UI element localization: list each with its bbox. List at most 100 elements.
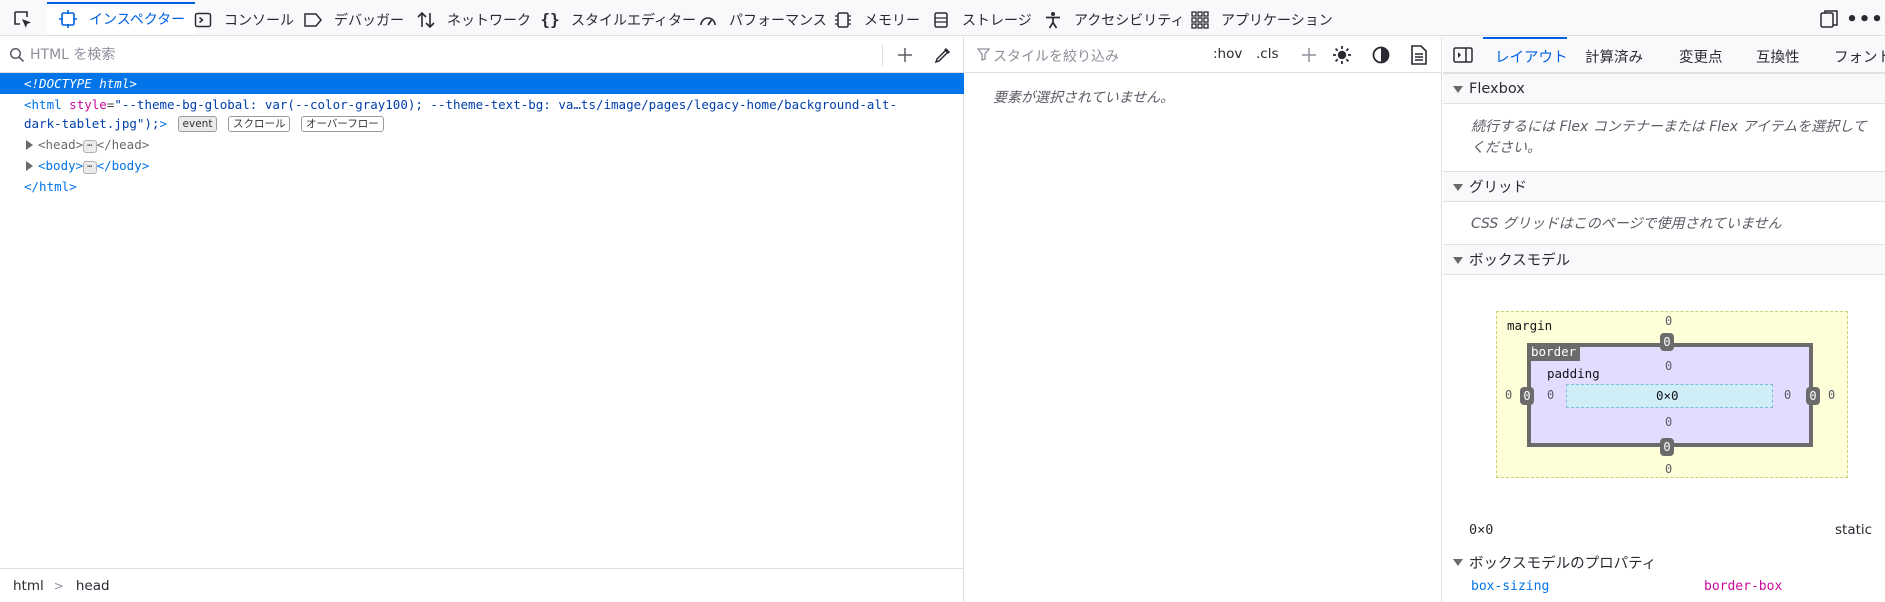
debugger-icon <box>302 9 324 31</box>
accessibility-icon <box>1042 9 1064 31</box>
tab-label: メモリー <box>864 12 920 29</box>
tab-label: コンソール <box>224 12 294 29</box>
storage-icon <box>930 9 952 31</box>
body-close-tag: </body> <box>96 158 150 173</box>
border-left-value[interactable]: 0 <box>1520 387 1534 405</box>
border-right-value[interactable]: 0 <box>1806 387 1820 405</box>
tab-label: ストレージ <box>962 12 1032 29</box>
tab-changes[interactable]: 変更点 <box>1679 46 1723 67</box>
sidebar-tabs: レイアウト 計算済み 変更点 互換性 フォント <box>1443 37 1885 73</box>
padding-bottom-value[interactable]: 0 <box>1665 415 1672 429</box>
add-node-button[interactable] <box>894 44 916 66</box>
padding-top-value[interactable]: 0 <box>1665 359 1672 373</box>
body-node[interactable]: <body> ⋯ </body> <box>0 155 964 176</box>
layout-sidebar: レイアウト 計算済み 変更点 互換性 フォント Flexbox 続行するには F… <box>1443 37 1885 602</box>
collapsed-ellipsis[interactable]: ⋯ <box>83 161 97 174</box>
html-node[interactable]: <html style="--theme-bg-global: var(--co… <box>0 94 964 115</box>
tab-label: デバッガー <box>334 12 404 29</box>
position-value: static <box>1835 522 1873 538</box>
tab-label: アクセシビリティ <box>1074 12 1185 29</box>
box-model-section-header[interactable]: ボックスモデル <box>1443 244 1885 275</box>
prop-name-box-sizing: box-sizing <box>1471 579 1550 594</box>
tab-fonts[interactable]: フォント <box>1834 46 1885 67</box>
html-open-tag: <html <box>24 97 62 112</box>
margin-right-value[interactable]: 0 <box>1828 388 1835 402</box>
filter-icon <box>977 48 990 61</box>
plus-icon <box>1302 48 1316 62</box>
console-icon <box>192 9 214 31</box>
margin-bottom-value[interactable]: 0 <box>1665 462 1672 476</box>
tab-accessibility[interactable]: アクセシビリティ <box>1042 4 1184 35</box>
color-picker-button[interactable] <box>932 44 954 66</box>
padding-right-value[interactable]: 0 <box>1784 388 1791 402</box>
tab-inspector[interactable]: インスペクター <box>47 2 196 34</box>
border-bottom-value[interactable]: 0 <box>1660 438 1674 456</box>
dark-scheme-button[interactable] <box>1370 44 1392 66</box>
html-search-input[interactable] <box>30 43 870 67</box>
toggle-panes-button[interactable] <box>1453 46 1473 68</box>
flexbox-section-header[interactable]: Flexbox <box>1443 73 1885 104</box>
light-scheme-button[interactable] <box>1331 44 1353 66</box>
network-icon <box>415 9 437 31</box>
tab-memory[interactable]: メモリー <box>832 4 920 35</box>
style-filter-input[interactable]: スタイルを絞り込み <box>993 46 1119 66</box>
breadcrumb: html > head <box>0 568 964 602</box>
dock-toggle-button[interactable] <box>1817 8 1841 30</box>
sidebar-toggle-icon <box>1453 47 1473 63</box>
tab-console[interactable]: コンソール <box>192 4 294 35</box>
tab-performance[interactable]: パフォーマンス <box>697 4 827 35</box>
content-size-value[interactable]: 0×0 <box>1656 388 1679 403</box>
tab-style-editor[interactable]: {} スタイルエディター <box>539 4 696 35</box>
memory-icon <box>832 9 854 31</box>
plus-icon <box>898 48 912 62</box>
breadcrumb-item-html[interactable]: html <box>13 578 44 594</box>
expand-arrow-icon[interactable] <box>26 140 33 150</box>
hov-toggle-button[interactable]: :hov <box>1213 46 1242 62</box>
tab-application[interactable]: アプリケーション <box>1189 4 1333 35</box>
more-icon: ••• <box>1846 8 1884 30</box>
grid-section-header[interactable]: グリッド <box>1443 171 1885 202</box>
overflow-badge[interactable]: オーバーフロー <box>301 116 384 132</box>
more-options-button[interactable]: ••• <box>1846 8 1883 30</box>
doctype-text: <!DOCTYPE html> <box>24 76 137 91</box>
padding-left-value[interactable]: 0 <box>1547 388 1554 402</box>
tab-layout[interactable]: レイアウト <box>1495 46 1568 67</box>
scroll-badge[interactable]: スクロール <box>227 116 291 132</box>
breadcrumb-item-head[interactable]: head <box>76 578 110 594</box>
element-picker-button[interactable] <box>6 6 40 34</box>
tab-computed[interactable]: 計算済み <box>1585 46 1643 67</box>
expand-arrow-icon[interactable] <box>26 161 33 171</box>
border-top-value[interactable]: 0 <box>1660 333 1674 351</box>
collapsed-ellipsis[interactable]: ⋯ <box>83 140 97 153</box>
margin-top-value[interactable]: 0 <box>1665 314 1672 328</box>
event-badge[interactable]: event <box>177 116 218 132</box>
doctype-node[interactable]: <!DOCTYPE html> <box>0 73 964 94</box>
margin-left-value[interactable]: 0 <box>1505 388 1512 402</box>
tab-compatibility[interactable]: 互換性 <box>1756 46 1800 67</box>
html-close-node[interactable]: </html> <box>0 176 964 197</box>
tab-debugger[interactable]: デバッガー <box>302 4 404 35</box>
grid-note: CSS グリッドはこのページで使用されていません <box>1471 216 1782 232</box>
attr-name: style <box>69 97 107 112</box>
add-rule-button[interactable] <box>1298 44 1320 66</box>
margin-label: margin <box>1507 318 1553 333</box>
tab-network[interactable]: ネットワーク <box>415 4 531 35</box>
head-open-tag: <head> <box>38 137 84 152</box>
head-node[interactable]: <head> ⋯ </head> <box>0 134 964 155</box>
devtools-toolbar: インスペクター コンソール デバッガー ネットワーク {} スタイルエディター … <box>0 0 1885 36</box>
attr-value-cont: dark-tablet.jpg"); <box>24 116 160 131</box>
padding-label: padding <box>1547 366 1600 381</box>
tab-storage[interactable]: ストレージ <box>930 4 1032 35</box>
print-simulation-button[interactable] <box>1408 44 1430 66</box>
html-open-close: > <box>159 116 167 131</box>
rules-panel: スタイルを絞り込み :hov .cls 要素が選択されていません。 <box>965 37 1442 602</box>
tab-label: スタイルエディター <box>571 12 697 29</box>
box-model-props-header[interactable]: ボックスモデルのプロパティ <box>1443 547 1885 578</box>
prop-value-box-sizing: border-box <box>1704 579 1783 594</box>
style-editor-icon: {} <box>540 10 560 29</box>
no-element-message: 要素が選択されていません。 <box>993 90 1175 106</box>
toolbar-separator <box>882 44 883 66</box>
cls-toggle-button[interactable]: .cls <box>1256 46 1279 62</box>
tab-label: インスペクター <box>89 12 186 28</box>
html-search-bar <box>0 37 963 73</box>
